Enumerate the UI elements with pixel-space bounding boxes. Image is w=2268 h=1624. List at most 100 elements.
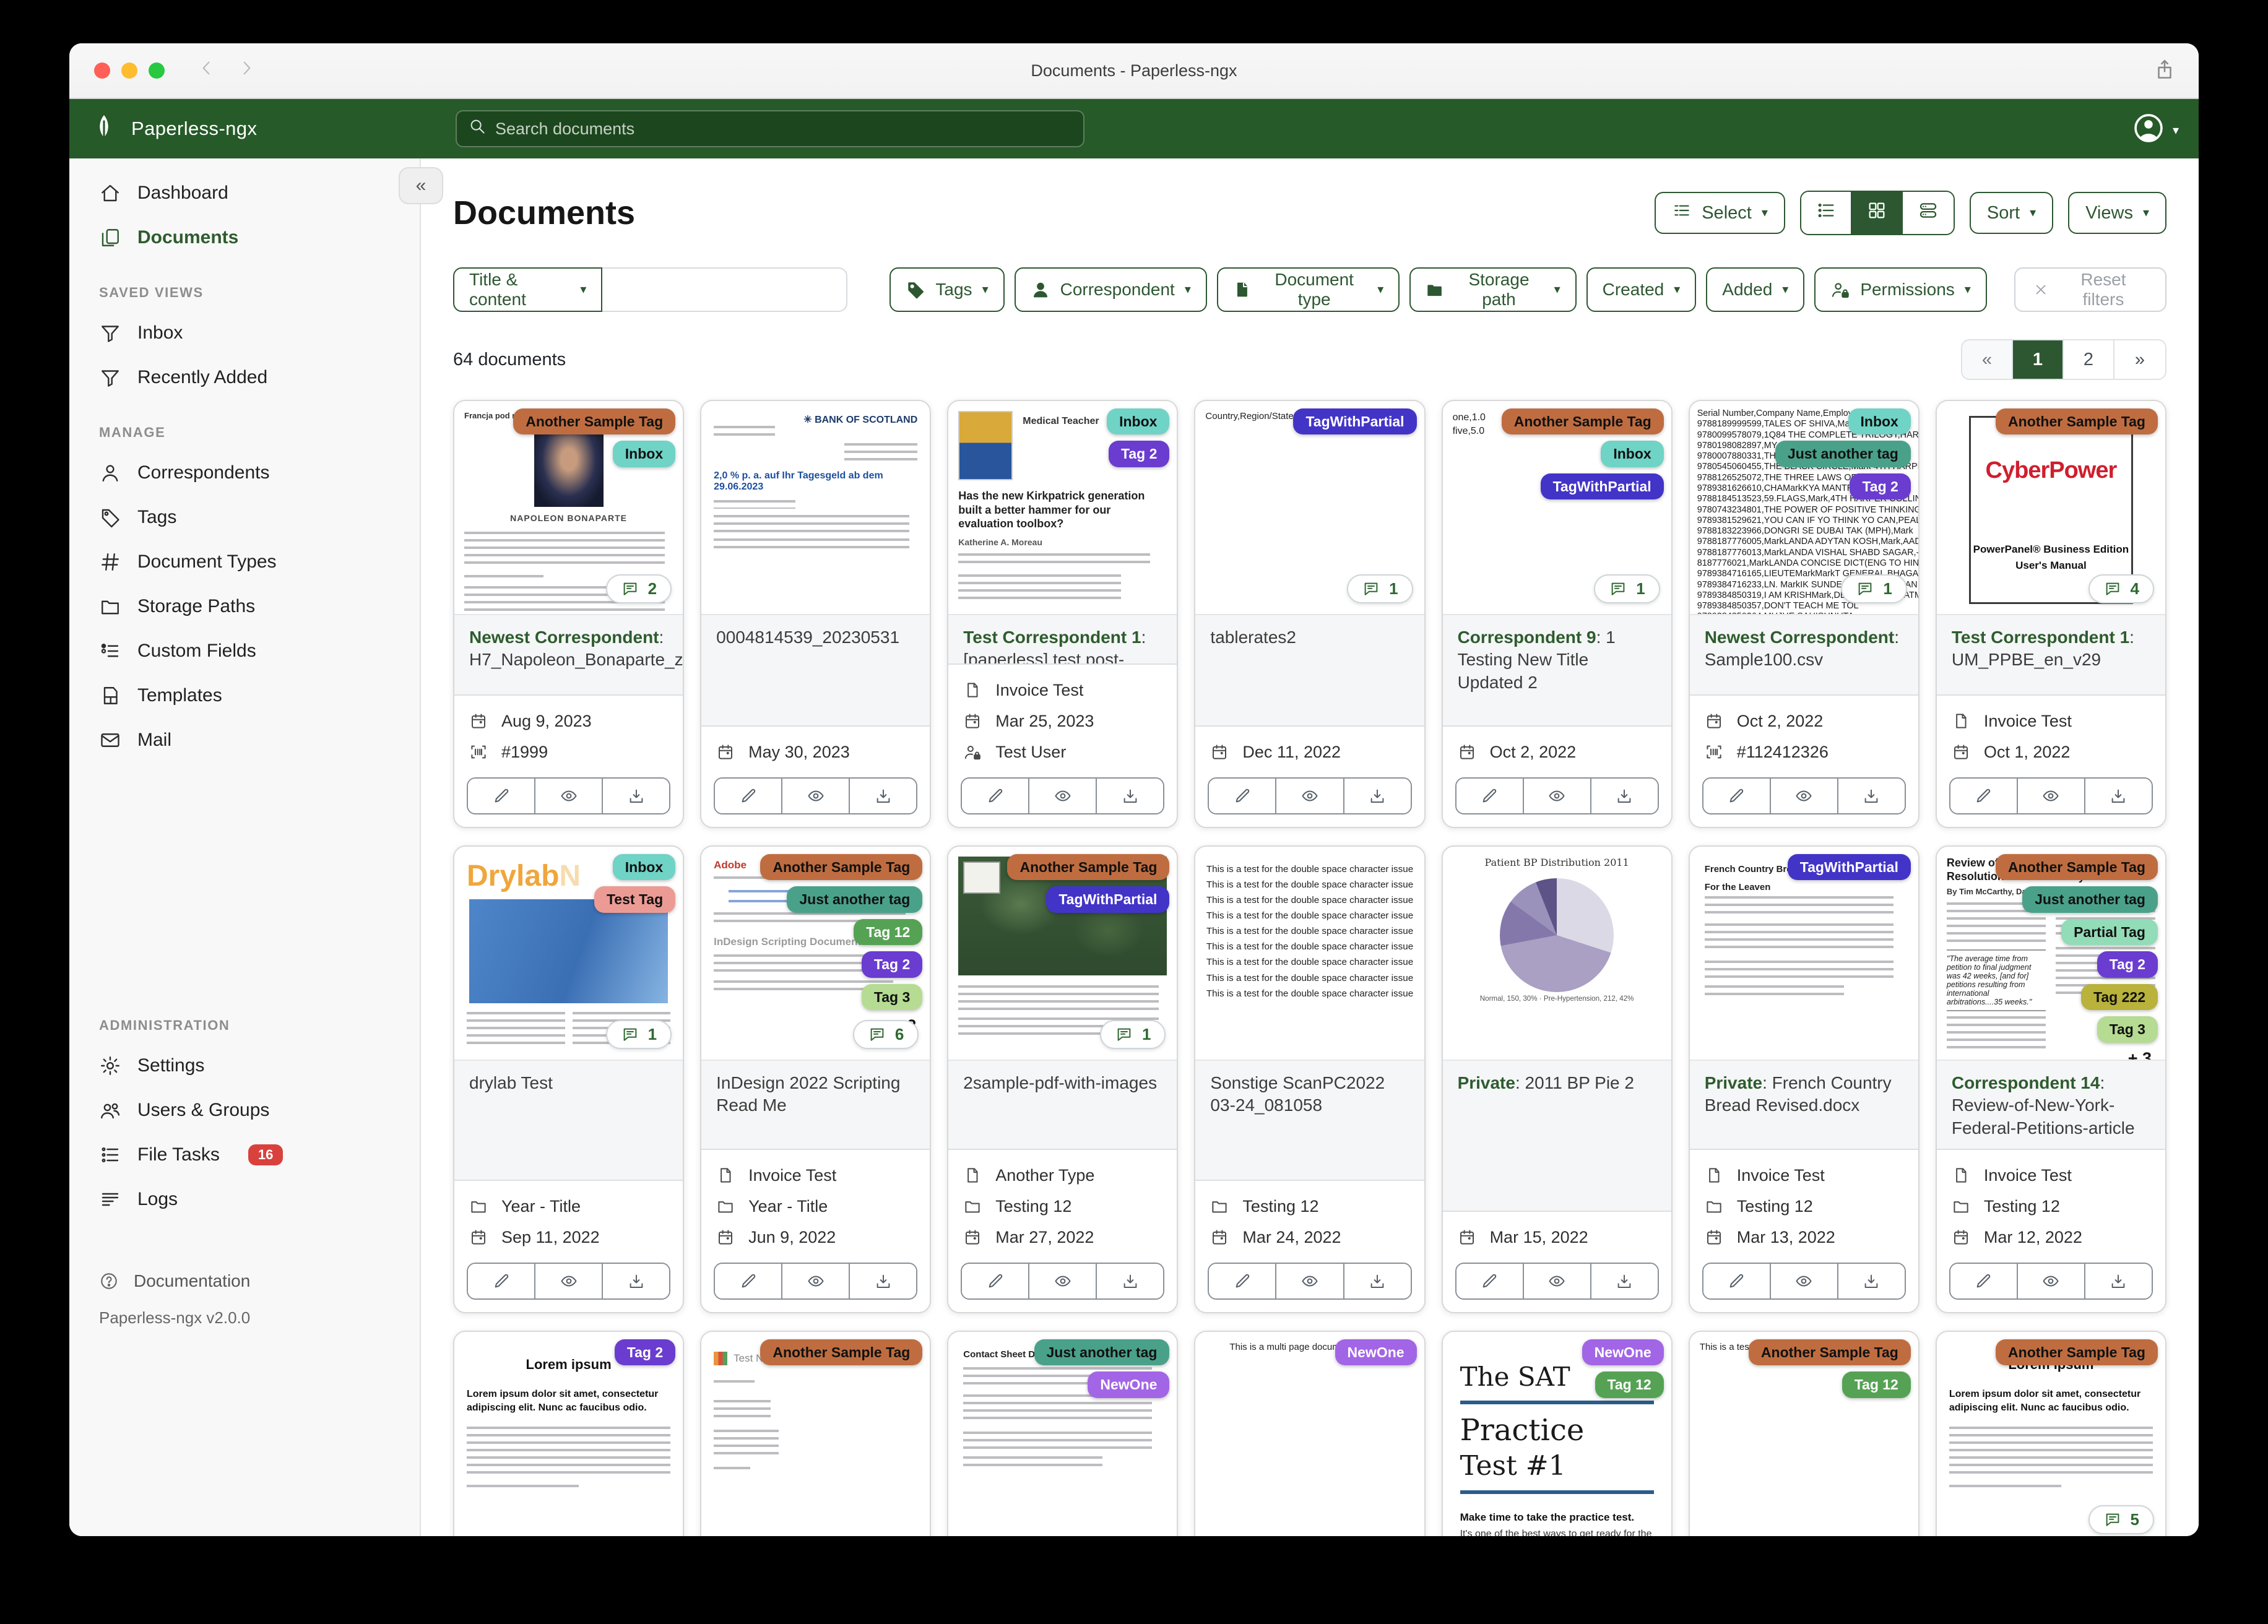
document-correspondent[interactable]: Private (1458, 1073, 1515, 1092)
document-title[interactable]: drylab Test (454, 1060, 683, 1181)
document-title[interactable]: Private: 2011 BP Pie 2 (1442, 1060, 1671, 1212)
document-card[interactable]: This is a test Another Sample Tag Tag 12 (1688, 1331, 1920, 1536)
document-correspondent[interactable]: Test Correspondent 1 (1952, 628, 2129, 647)
document-correspondent[interactable]: Private (1705, 1073, 1762, 1092)
tag-badge[interactable]: Tag 12 (1842, 1371, 1911, 1398)
tag-badge[interactable]: Another Sample Tag (760, 1339, 923, 1366)
document-card[interactable]: one,1.0 five,5.0 Another Sample Tag Inbox Ta… (1441, 400, 1673, 828)
page-2-button[interactable]: 2 (2064, 340, 2114, 379)
edit-button[interactable] (1950, 1264, 2018, 1298)
tag-badge[interactable]: Another Sample Tag (1501, 408, 1664, 435)
tag-badge[interactable]: NewOne (1582, 1339, 1664, 1366)
filter-text-input[interactable] (602, 267, 848, 312)
share-icon[interactable] (2153, 58, 2176, 87)
search-field-selector[interactable]: Title & content ▾ (453, 267, 603, 312)
sidebar-item-logs[interactable]: Logs (69, 1177, 420, 1222)
view-button[interactable] (1770, 779, 1838, 813)
notes-badge[interactable]: 1 (1347, 574, 1413, 603)
tag-badge[interactable]: Tag 12 (854, 918, 923, 946)
tag-badge[interactable]: NewOne (1088, 1371, 1170, 1398)
tag-badge[interactable]: Just another tag (1775, 441, 1911, 467)
edit-button[interactable] (1209, 779, 1277, 813)
document-card[interactable]: The SAT Practice Test #1 Make time to take … (1441, 1331, 1673, 1536)
page-next-button[interactable]: » (2114, 340, 2165, 379)
notes-badge[interactable]: 5 (2088, 1505, 2154, 1534)
document-thumbnail[interactable]: Francja pod r NAPOLEON BONAPARTE Another S… (454, 401, 683, 614)
edit-button[interactable] (715, 1264, 783, 1298)
download-button[interactable] (2085, 779, 2152, 813)
document-card[interactable]: This is a test for the double space char… (1194, 845, 1426, 1313)
tag-badge[interactable]: Tag 2 (1109, 441, 1170, 467)
tag-badge[interactable]: Inbox (612, 441, 676, 467)
download-button[interactable] (1591, 779, 1658, 813)
view-button[interactable] (1523, 1264, 1591, 1298)
tag-badge[interactable]: Just another tag (2022, 886, 2158, 913)
tag-badge[interactable]: Inbox (612, 854, 676, 881)
document-thumbnail[interactable]: Contact Sheet Demo Just another tag NewOne (948, 1332, 1177, 1536)
view-list-button[interactable] (1801, 192, 1852, 234)
edit-button[interactable] (1950, 779, 2018, 813)
edit-button[interactable] (1456, 779, 1524, 813)
document-card[interactable]: Another Sample Tag TagWithPartial 1 2sample… (947, 845, 1179, 1313)
tag-badge[interactable]: TagWithPartial (1540, 473, 1664, 500)
document-title[interactable]: 2sample-pdf-with-images (948, 1060, 1177, 1150)
download-button[interactable] (603, 1264, 670, 1298)
download-button[interactable] (1097, 779, 1164, 813)
tag-badge[interactable]: Another Sample Tag (1996, 408, 2158, 435)
document-card[interactable]: Contact Sheet Demo Just another tag NewOne (947, 1331, 1179, 1536)
view-button[interactable] (1770, 1264, 1838, 1298)
document-card[interactable]: Lorem ipsumLorem ipsum dolor sit amet, c… (453, 1331, 685, 1536)
tag-badge[interactable]: Test Tag (594, 886, 676, 913)
notes-badge[interactable]: 4 (2088, 574, 2154, 603)
edit-button[interactable] (1209, 1264, 1277, 1298)
document-thumbnail[interactable]: This is a test for the double space char… (1195, 847, 1424, 1060)
sidebar-item-dashboard[interactable]: Dashboard (69, 171, 420, 215)
tag-badge[interactable]: Inbox (1107, 408, 1170, 435)
document-title[interactable]: Correspondent 9: 1 Testing New Title Upd… (1442, 614, 1671, 727)
document-thumbnail[interactable]: Medical Teacher Has the new Kirkpatrick g… (948, 401, 1177, 614)
tag-badge[interactable]: Tag 3 (2097, 1016, 2158, 1043)
tag-badge[interactable]: Tag 3 (861, 983, 923, 1011)
document-thumbnail[interactable]: Patient BP Distribution 2011 Normal, 150,… (1442, 847, 1671, 1060)
notes-badge[interactable]: 1 (605, 1020, 672, 1049)
notes-badge[interactable]: 1 (1594, 574, 1660, 603)
view-button[interactable] (1276, 779, 1344, 813)
document-thumbnail[interactable]: French Country Bread For the Leaven TagWit… (1689, 847, 1918, 1060)
tag-badge[interactable]: TagWithPartial (1046, 886, 1170, 913)
document-thumbnail[interactable]: This is a test Another Sample Tag Tag 12 (1689, 1332, 1918, 1536)
document-card[interactable]: Lorem ipsumLorem ipsum dolor sit amet, c… (1935, 1331, 2166, 1536)
document-title[interactable]: Private: French Country Bread Revised.do… (1689, 1060, 1918, 1150)
sidebar-item-inbox[interactable]: Inbox (69, 311, 420, 355)
filter-added-button[interactable]: Added ▾ (1706, 267, 1805, 312)
document-thumbnail[interactable]: Test Name Another Sample Tag (701, 1332, 930, 1536)
download-button[interactable] (1344, 779, 1411, 813)
app-brand[interactable]: Paperless-ngx (89, 111, 257, 146)
document-thumbnail[interactable]: Serial Number,Company Name,Employe 978818… (1689, 401, 1918, 614)
document-title[interactable]: Sonstige ScanPC2022 03-24_081058 (1195, 1060, 1424, 1181)
document-correspondent[interactable]: Correspondent 14 (1952, 1073, 2100, 1092)
sidebar-item-tags[interactable]: Tags (69, 495, 420, 540)
document-card[interactable]: Patient BP Distribution 2011 Normal, 150,… (1441, 845, 1673, 1313)
document-card[interactable]: CyberPower PowerPanel® Business Edition Us… (1935, 400, 2166, 828)
document-title[interactable]: Newest Correspondent: Sample100.csv (1689, 614, 1918, 696)
document-title[interactable]: 0004814539_20230531 (701, 614, 930, 727)
sort-button[interactable]: Sort ▾ (1969, 192, 2054, 234)
view-button[interactable] (1523, 779, 1591, 813)
notes-badge[interactable]: 2 (605, 574, 672, 603)
sidebar-item-settings[interactable]: Settings (69, 1043, 420, 1088)
tag-badge[interactable]: Another Sample Tag (1996, 1339, 2158, 1366)
download-button[interactable] (1838, 779, 1905, 813)
tag-badge[interactable]: NewOne (1335, 1339, 1417, 1366)
download-button[interactable] (603, 779, 670, 813)
document-title[interactable]: Correspondent 14: Review-of-New-York-Fed… (1936, 1060, 2165, 1150)
view-button[interactable] (782, 1264, 850, 1298)
reset-filters-button[interactable]: Reset filters (2014, 267, 2166, 312)
edit-button[interactable] (1703, 1264, 1771, 1298)
tag-badge[interactable]: Inbox (1601, 441, 1664, 467)
tag-badge[interactable]: Just another tag (787, 886, 923, 913)
sidebar-item-correspondents[interactable]: Correspondents (69, 451, 420, 495)
document-title[interactable]: Newest Correspondent: H7_Napoleon_Bonapa… (454, 614, 683, 696)
sidebar-collapse-button[interactable]: « (399, 167, 443, 204)
document-thumbnail[interactable]: DrylabN Inbox Test Tag 1 (454, 847, 683, 1060)
document-card[interactable]: DrylabN Inbox Test Tag 1 drylab Test Year - T… (453, 845, 685, 1313)
